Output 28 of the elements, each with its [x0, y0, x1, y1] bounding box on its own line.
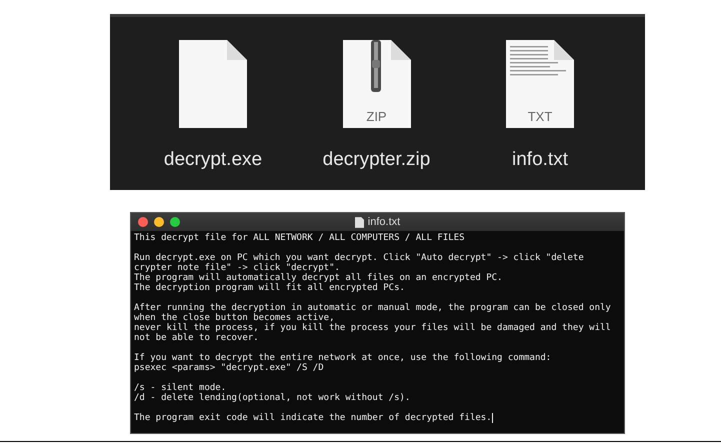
file-type-label: TXT — [528, 109, 552, 124]
file-name[interactable]: decrypt.exe — [164, 149, 262, 171]
text-line: psexec <params> "decrypt.exe" /S /D — [134, 363, 324, 373]
file-name[interactable]: decrypter.zip — [322, 149, 430, 171]
text-line: not be able to recover. — [134, 333, 259, 343]
text-line: The decryption program will fit all encrypted PCs. — [134, 283, 405, 293]
file-name[interactable]: info.txt — [512, 149, 568, 171]
text-line: This decrypt file for ALL NETWORK / ALL COMPUTERS / ALL FILES — [134, 233, 465, 243]
close-button[interactable] — [138, 217, 148, 227]
text-line: After running the decryption in automatic or manual mode, the program can be closed only — [134, 303, 611, 313]
text-line: The program exit code will indicate the number of decrypted files. — [134, 413, 493, 423]
text-line: /d - delete lending(optional, not work without /s). — [134, 393, 410, 403]
text-cursor — [492, 413, 493, 423]
zip-file-icon[interactable] — [340, 37, 412, 131]
text-line: /s - silent mode. — [134, 383, 226, 393]
document-icon — [354, 216, 364, 228]
text-line: when the close button becomes active, — [134, 313, 334, 323]
zoom-button[interactable] — [170, 217, 180, 227]
document-icon[interactable] — [177, 37, 249, 131]
file-type-label: ZIP — [366, 109, 387, 124]
text-line: The program will automatically decrypt all files on an encrypted PC. — [134, 273, 502, 283]
text-file-icon[interactable] — [504, 37, 576, 131]
text-line: Run decrypt.exe on PC which you want decrypt. Click "Auto decrypt" -> click "delete — [134, 253, 584, 263]
text-line: crypter note file" -> click "decrypt". — [134, 263, 340, 273]
text-line: never kill the process, if you kill the process your files will be damaged and they will — [134, 323, 611, 333]
minimize-button[interactable] — [154, 217, 164, 227]
text-line: If you want to decrypt the entire network at once, use the following command: — [134, 353, 552, 363]
window-title: info.txt — [368, 216, 400, 228]
